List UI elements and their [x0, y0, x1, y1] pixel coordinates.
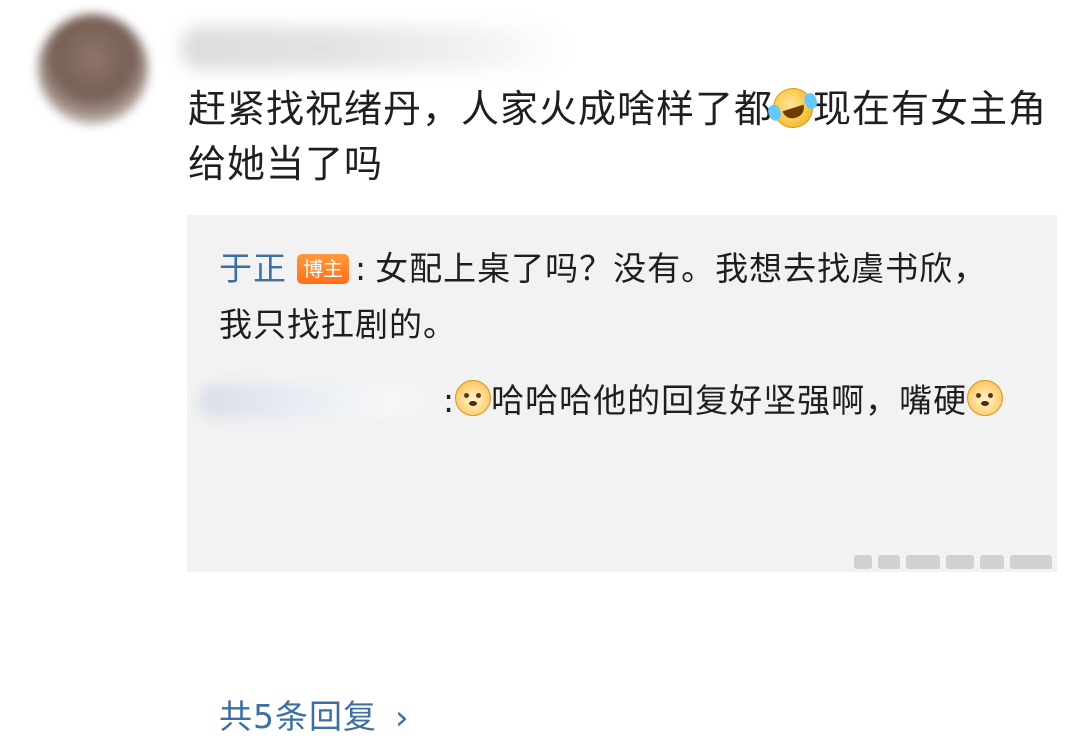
- doge-icon: [967, 380, 1004, 416]
- watermark-mark: [1010, 555, 1052, 569]
- avatar[interactable]: [38, 14, 148, 124]
- reply-item[interactable]: 于正 博主: 女配上桌了吗？没有。我想去找虞书欣，我只找扛剧的。: [219, 241, 1009, 353]
- reply-author[interactable]: 于正: [219, 249, 287, 288]
- more-replies-label[interactable]: 共5条回复: [219, 697, 377, 736]
- reply-panel[interactable]: 于正 博主: 女配上桌了吗？没有。我想去找虞书欣，我只找扛剧的。 : 哈哈哈他的回复好…: [187, 215, 1057, 738]
- comment-body: 赶紧找祝绪丹，人家火成啥样了都 现在有女主角给她当了吗: [188, 82, 1068, 192]
- reply-separator: :: [443, 381, 456, 420]
- blogger-badge: 博主: [297, 254, 349, 284]
- comment-card: 赶紧找祝绪丹，人家火成啥样了都 现在有女主角给她当了吗 于正 博主: 女配上桌了吗？没…: [0, 0, 1088, 738]
- watermark-mark: [854, 555, 872, 569]
- laugh-cry-icon: [767, 82, 819, 134]
- watermark-mark: [946, 555, 974, 569]
- reply-separator: :: [355, 249, 368, 288]
- blurred-reply-author[interactable]: [199, 384, 439, 418]
- watermark: [854, 545, 1070, 579]
- watermark-mark: [906, 555, 940, 569]
- reply-text: 哈哈哈他的回复好坚强啊，嘴硬: [491, 381, 968, 420]
- chevron-right-icon[interactable]: ›: [395, 690, 410, 746]
- more-replies-link[interactable]: 共5条回复 ›: [219, 689, 410, 746]
- doge-icon: [455, 380, 492, 416]
- watermark-mark: [980, 555, 1004, 569]
- reply-item[interactable]: : 哈哈哈他的回复好坚强啊，嘴硬: [199, 373, 1009, 429]
- blurred-username: [180, 26, 570, 70]
- watermark-mark: [878, 555, 900, 569]
- comment-text-before-emoji: 赶紧找祝绪丹，人家火成啥样了都: [188, 87, 774, 131]
